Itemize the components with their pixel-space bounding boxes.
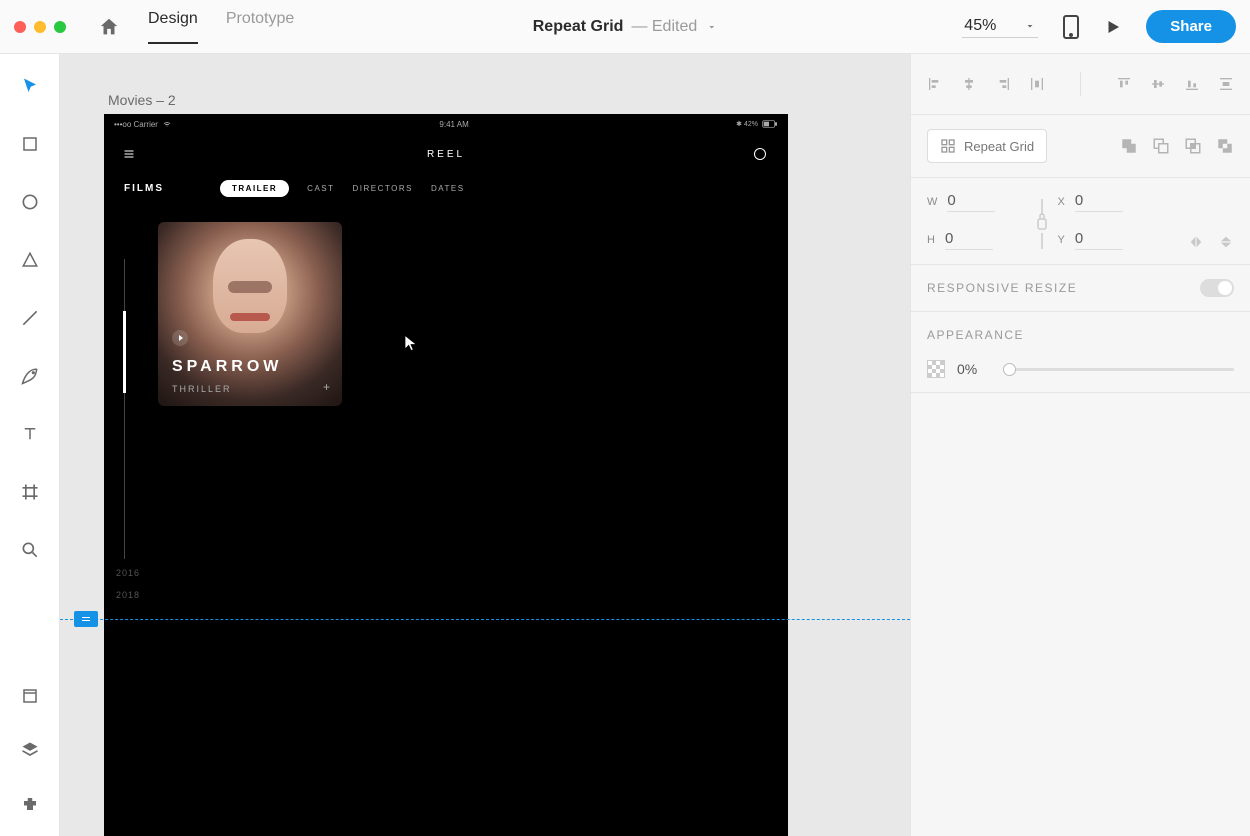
opacity-slider[interactable] xyxy=(1003,368,1234,371)
line-tool[interactable] xyxy=(18,306,42,330)
timeline-indicator xyxy=(123,311,126,393)
carrier-text: •••oo Carrier xyxy=(114,120,158,129)
align-center-h-icon[interactable] xyxy=(961,76,977,92)
hamburger-icon[interactable] xyxy=(122,148,136,160)
exclude-icon[interactable] xyxy=(1216,137,1234,155)
nav-main-label[interactable]: FILMS xyxy=(124,183,164,194)
align-vertical-group xyxy=(1116,76,1234,92)
add-icon[interactable]: + xyxy=(323,380,330,394)
clock-text: 9:41 AM xyxy=(439,120,468,129)
wifi-icon xyxy=(162,120,172,128)
width-field[interactable]: W0 xyxy=(927,192,1034,212)
repeat-grid-button[interactable]: Repeat Grid xyxy=(927,129,1047,163)
subtract-icon[interactable] xyxy=(1152,137,1170,155)
zoom-selector[interactable]: 45% xyxy=(962,15,1038,38)
artboard-tool[interactable] xyxy=(18,480,42,504)
assets-panel-icon[interactable] xyxy=(18,684,42,708)
play-icon[interactable] xyxy=(172,330,188,346)
battery-text: ✱ 42% xyxy=(736,120,758,128)
device-status-bar: •••oo Carrier 9:41 AM ✱ 42% xyxy=(104,114,788,134)
battery-icon xyxy=(762,120,778,128)
artboard[interactable]: •••oo Carrier 9:41 AM ✱ 42% REEL FILMS T… xyxy=(104,114,788,836)
category-nav: FILMS TRAILER CAST DIRECTORS DATES xyxy=(104,174,788,207)
scroll-handle[interactable] xyxy=(74,611,98,627)
zoom-tool[interactable] xyxy=(18,538,42,562)
ellipse-tool[interactable] xyxy=(18,190,42,214)
distribute-h-icon[interactable] xyxy=(1029,76,1045,92)
tab-design[interactable]: Design xyxy=(148,10,198,44)
x-field[interactable]: X0 xyxy=(1058,192,1165,212)
plugins-panel-icon[interactable] xyxy=(18,792,42,816)
year-2016: 2016 xyxy=(116,562,140,584)
height-field[interactable]: H0 xyxy=(927,230,1034,250)
text-tool[interactable] xyxy=(18,422,42,446)
top-bar: Design Prototype Repeat Grid — Edited 45… xyxy=(0,0,1250,54)
nav-pill-trailer[interactable]: TRAILER xyxy=(220,180,289,197)
close-window-button[interactable] xyxy=(14,21,26,33)
timeline-track xyxy=(124,259,125,559)
zoom-value: 45% xyxy=(964,17,1014,35)
align-horizontal-group xyxy=(927,76,1045,92)
flip-horizontal-icon[interactable] xyxy=(1188,235,1204,249)
left-toolbar xyxy=(0,54,60,836)
responsive-resize-label: RESPONSIVE RESIZE xyxy=(927,281,1077,295)
polygon-tool[interactable] xyxy=(18,248,42,272)
document-status: — Edited xyxy=(631,18,697,36)
boolean-ops-group xyxy=(1120,137,1234,155)
chevron-down-icon xyxy=(1024,20,1036,32)
minimize-window-button[interactable] xyxy=(34,21,46,33)
cursor-icon xyxy=(402,332,420,354)
movie-title: SPARROW xyxy=(172,358,282,376)
window-controls xyxy=(14,21,66,33)
align-bottom-icon[interactable] xyxy=(1184,76,1200,92)
movie-card[interactable]: SPARROW THRILLER + xyxy=(158,222,342,406)
scroll-guide-line xyxy=(60,619,910,620)
device-preview-icon[interactable] xyxy=(1062,14,1080,40)
artboard-label[interactable]: Movies – 2 xyxy=(108,92,176,108)
movie-genre: THRILLER xyxy=(172,384,232,394)
year-labels: 2016 2018 xyxy=(116,562,140,606)
layers-panel-icon[interactable] xyxy=(18,738,42,762)
rectangle-tool[interactable] xyxy=(18,132,42,156)
app-header: REEL xyxy=(104,134,788,174)
canvas[interactable]: Movies – 2 •••oo Carrier 9:41 AM ✱ 42% R… xyxy=(60,54,910,836)
document-title-group[interactable]: Repeat Grid — Edited xyxy=(533,18,718,36)
align-middle-icon[interactable] xyxy=(1150,76,1166,92)
year-2018: 2018 xyxy=(116,584,140,606)
appearance-label: APPEARANCE xyxy=(927,328,1024,342)
app-title: REEL xyxy=(427,149,465,160)
align-left-icon[interactable] xyxy=(927,76,943,92)
nav-item-cast[interactable]: CAST xyxy=(307,184,334,193)
select-tool[interactable] xyxy=(18,74,42,98)
tab-prototype[interactable]: Prototype xyxy=(226,10,294,44)
flip-vertical-icon[interactable] xyxy=(1218,235,1234,249)
maximize-window-button[interactable] xyxy=(54,21,66,33)
lock-aspect-icon[interactable] xyxy=(1037,199,1047,249)
align-top-icon[interactable] xyxy=(1116,76,1132,92)
slider-thumb[interactable] xyxy=(1003,363,1016,376)
pen-tool[interactable] xyxy=(18,364,42,388)
distribute-v-icon[interactable] xyxy=(1218,76,1234,92)
home-icon[interactable] xyxy=(98,16,120,38)
opacity-value[interactable]: 0% xyxy=(957,361,991,377)
share-button[interactable]: Share xyxy=(1146,10,1236,43)
chevron-down-icon xyxy=(705,21,717,33)
play-icon[interactable] xyxy=(1104,18,1122,36)
union-icon[interactable] xyxy=(1120,137,1138,155)
intersect-icon[interactable] xyxy=(1184,137,1202,155)
opacity-swatch-icon xyxy=(927,360,945,378)
nav-item-dates[interactable]: DATES xyxy=(431,184,465,193)
document-title: Repeat Grid xyxy=(533,18,624,36)
properties-panel: Repeat Grid W0 X0 H0 Y0 xyxy=(910,54,1250,836)
align-right-icon[interactable] xyxy=(995,76,1011,92)
nav-item-directors[interactable]: DIRECTORS xyxy=(353,184,413,193)
repeat-grid-label: Repeat Grid xyxy=(964,139,1034,154)
y-field[interactable]: Y0 xyxy=(1058,230,1165,250)
responsive-resize-toggle[interactable] xyxy=(1200,279,1234,297)
search-icon[interactable] xyxy=(754,148,766,160)
